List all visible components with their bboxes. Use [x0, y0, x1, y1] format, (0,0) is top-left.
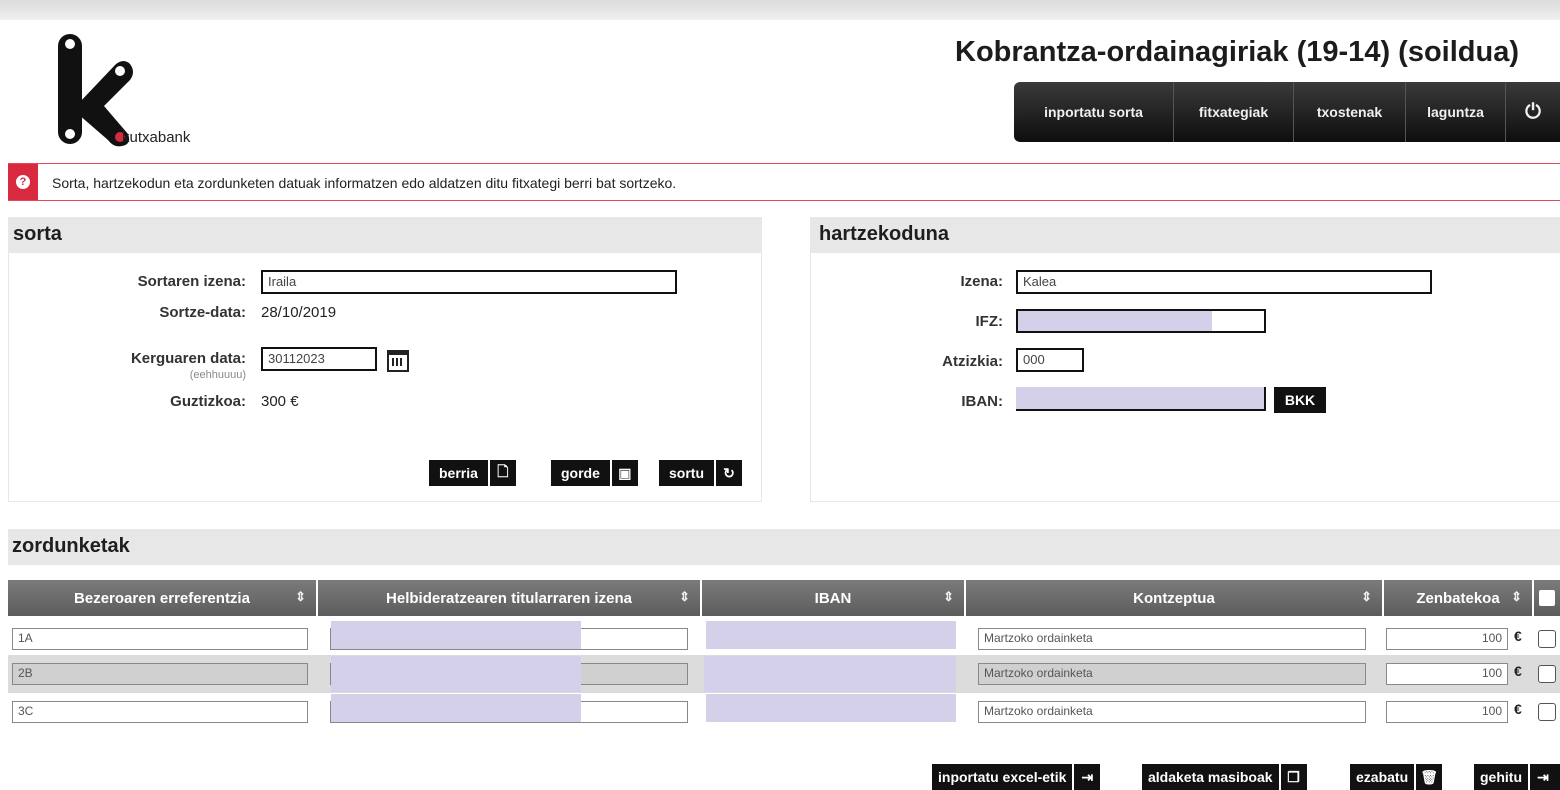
- sorta-panel: sorta Sortaren izena: Iraila Sortze-data…: [8, 217, 762, 502]
- bulk-changes-button[interactable]: aldaketa masiboak ❐: [1142, 764, 1307, 790]
- currency-symbol: €: [1514, 663, 1522, 679]
- main-nav: inportatu sorta fitxategiak txostenak la…: [1014, 82, 1560, 142]
- total-value: 300 €: [261, 393, 299, 410]
- import-excel-button[interactable]: inportatu excel-etik ⇥: [932, 764, 1101, 790]
- created-date-label: Sortze-data:: [159, 304, 246, 321]
- creditor-name-input[interactable]: Kalea: [1016, 270, 1432, 294]
- ifz-label: IFZ:: [975, 313, 1004, 330]
- sort-icon: ⇕: [943, 589, 954, 604]
- masked-holder-name: [331, 694, 581, 722]
- power-icon[interactable]: ⏻: [1506, 82, 1560, 142]
- row-checkbox[interactable]: [1538, 665, 1556, 683]
- concept-input[interactable]: Martzoko ordainketa: [978, 628, 1366, 650]
- row-checkbox[interactable]: [1538, 703, 1556, 721]
- nav-help[interactable]: laguntza: [1406, 82, 1506, 142]
- col-concept[interactable]: Kontzeptua ⇕: [966, 580, 1384, 616]
- amount-input[interactable]: 100: [1386, 663, 1508, 685]
- reference-input[interactable]: 1A: [12, 628, 308, 650]
- reference-input[interactable]: 3C: [12, 701, 308, 723]
- table-row: 1A Martzoko ordainketa 100 €: [8, 620, 1560, 658]
- trash-icon: 🗑: [1414, 764, 1442, 790]
- charge-date-input[interactable]: 30112023: [261, 347, 377, 371]
- page-title: Kobrantza-ordainagiriak (19-14) (soildua…: [955, 36, 1519, 68]
- add-icon: ⇥: [1528, 764, 1556, 790]
- batch-name-label: Sortaren izena:: [137, 273, 246, 290]
- table-row: 3C Martzoko ordainketa 100 €: [8, 693, 1560, 731]
- created-date-value: 28/10/2019: [261, 304, 337, 321]
- create-button[interactable]: sortu ↻: [659, 460, 742, 486]
- masked-iban[interactable]: [1016, 387, 1266, 411]
- reference-input[interactable]: 2B: [12, 663, 308, 685]
- sort-icon: ⇕: [295, 589, 306, 604]
- logo-text: kutxabank: [122, 129, 191, 146]
- delete-button[interactable]: ezabatu 🗑: [1350, 764, 1443, 790]
- debits-title: zordunketak: [8, 529, 1560, 565]
- amount-input[interactable]: 100: [1386, 701, 1508, 723]
- col-holder-name[interactable]: Helbideratzearen titularraren izena ⇕: [318, 580, 702, 616]
- bic-button[interactable]: BKK: [1274, 387, 1326, 413]
- top-strip: [0, 0, 1560, 20]
- total-label: Guztizkoa:: [170, 393, 246, 410]
- creditor-name-label: Izena:: [960, 273, 1003, 290]
- col-amount[interactable]: Zenbatekoa ⇕: [1384, 580, 1534, 616]
- charge-date-hint: (eehhuuuu): [189, 369, 246, 381]
- suffix-label: Atzizkia:: [942, 353, 1003, 370]
- sort-icon: ⇕: [1511, 589, 1522, 604]
- info-message: Sorta, hartzekodun eta zordunketen datua…: [52, 175, 677, 191]
- nav-reports[interactable]: txostenak: [1294, 82, 1406, 142]
- document-icon: 🗋: [487, 460, 516, 486]
- sort-icon: ⇕: [1361, 589, 1372, 604]
- sorta-title: sorta: [9, 217, 761, 253]
- creditor-title: hartzekoduna: [811, 217, 1560, 253]
- info-bar: ? Sorta, hartzekodun eta zordunketen dat…: [8, 163, 1560, 201]
- masked-holder-name: [331, 656, 581, 692]
- info-icon: ?: [8, 164, 38, 200]
- table-row: 2B Martzoko ordainketa 100 €: [8, 655, 1560, 693]
- col-reference[interactable]: Bezeroaren erreferentzia ⇕: [8, 580, 318, 616]
- masked-iban[interactable]: [706, 694, 956, 722]
- select-all-checkbox[interactable]: [1534, 580, 1560, 616]
- suffix-input[interactable]: 000: [1016, 348, 1084, 372]
- currency-symbol: €: [1514, 701, 1522, 717]
- masked-ifz: [1018, 311, 1212, 331]
- batch-name-input[interactable]: Iraila: [261, 270, 677, 294]
- debits-table-header: Bezeroaren erreferentzia ⇕ Helbideratzear…: [8, 580, 1560, 616]
- amount-input[interactable]: 100: [1386, 628, 1508, 650]
- save-icon: ▣: [609, 460, 638, 486]
- copy-icon: ❐: [1278, 764, 1307, 790]
- masked-iban[interactable]: [706, 621, 956, 649]
- calendar-icon[interactable]: [387, 350, 409, 372]
- masked-holder-name: [331, 621, 581, 649]
- import-icon: ⇥: [1072, 764, 1100, 790]
- sort-icon: ⇕: [679, 589, 690, 604]
- nav-import-batch[interactable]: inportatu sorta: [1014, 82, 1174, 142]
- currency-symbol: €: [1514, 628, 1522, 644]
- iban-label: IBAN:: [961, 393, 1003, 410]
- save-button[interactable]: gorde ▣: [551, 460, 638, 486]
- nav-files[interactable]: fitxategiak: [1174, 82, 1294, 142]
- masked-iban[interactable]: [704, 656, 956, 692]
- creditor-panel: hartzekoduna Izena: Kalea IFZ: Atzizkia:…: [810, 217, 1560, 502]
- new-button[interactable]: berria 🗋: [429, 460, 516, 486]
- row-checkbox[interactable]: [1538, 630, 1556, 648]
- charge-date-label: Kerguaren data:: [130, 350, 246, 367]
- concept-input[interactable]: Martzoko ordainketa: [978, 663, 1366, 685]
- concept-input[interactable]: Martzoko ordainketa: [978, 701, 1366, 723]
- add-button[interactable]: gehitu ⇥: [1474, 764, 1560, 790]
- refresh-icon: ↻: [714, 460, 742, 486]
- col-iban[interactable]: IBAN ⇕: [702, 580, 966, 616]
